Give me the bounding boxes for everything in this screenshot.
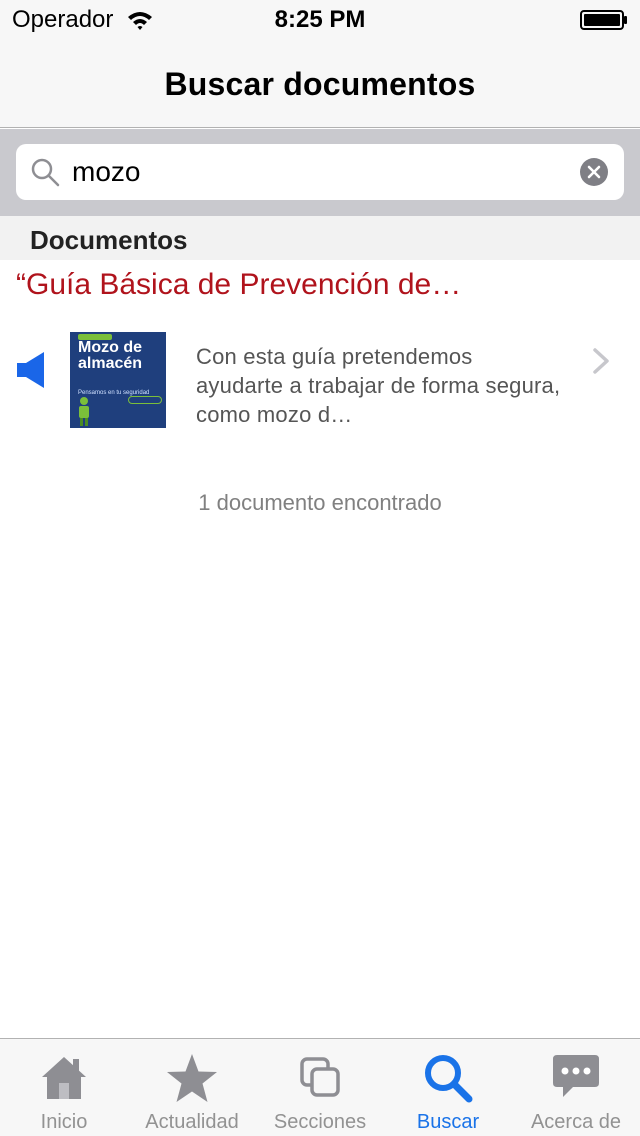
chevron-right-icon[interactable] — [592, 348, 610, 374]
navigation-bar: Buscar documentos — [0, 40, 640, 128]
tab-inicio[interactable]: Inicio — [0, 1039, 128, 1136]
tab-secciones[interactable]: Secciones — [256, 1039, 384, 1136]
tab-buscar[interactable]: Buscar — [384, 1039, 512, 1136]
tab-label: Actualidad — [145, 1111, 239, 1133]
tab-label: Inicio — [40, 1111, 88, 1133]
search-bar — [0, 129, 640, 216]
battery-icon — [580, 10, 627, 30]
search-icon — [31, 158, 60, 187]
section-header: Documentos — [0, 216, 640, 260]
chat-bubble-icon — [553, 1055, 599, 1097]
tab-actualidad[interactable]: Actualidad — [128, 1039, 256, 1136]
search-icon — [425, 1055, 473, 1103]
result-count: 1 documento encontrado — [198, 490, 442, 515]
cover-tag — [128, 396, 162, 404]
clear-icon[interactable] — [580, 158, 608, 186]
tab-label: Buscar — [416, 1111, 480, 1133]
document-cover: Mozo de almacén Pensamos en tu seguridad — [70, 332, 166, 428]
worker-illustration — [79, 397, 89, 426]
search-field[interactable] — [16, 144, 624, 200]
result-title[interactable]: “Guía Básica de Prevención de… — [16, 268, 616, 302]
page-title: Buscar documentos — [164, 66, 476, 102]
speaker-icon[interactable] — [16, 350, 46, 390]
result-description: Con esta guía pretendemos ayudarte a tra… — [196, 344, 561, 427]
search-input[interactable] — [72, 152, 562, 192]
tab-acerca-de[interactable]: Acerca de — [512, 1039, 640, 1136]
sections-icon — [300, 1057, 340, 1097]
status-bar: Operador 8:25 PM — [0, 0, 640, 40]
result-row[interactable]: Mozo de almacén Pensamos en tu seguridad… — [0, 320, 640, 440]
section-header-label: Documentos — [30, 225, 188, 255]
status-time: 8:25 PM — [274, 6, 366, 33]
cover-title: Mozo de almacén — [78, 339, 143, 372]
tab-label: Secciones — [273, 1111, 367, 1133]
home-icon — [42, 1057, 86, 1099]
tab-label: Acerca de — [530, 1111, 622, 1133]
star-icon — [167, 1054, 217, 1102]
tab-bar: Inicio Actualidad Secciones Buscar Acerc… — [0, 1038, 640, 1136]
